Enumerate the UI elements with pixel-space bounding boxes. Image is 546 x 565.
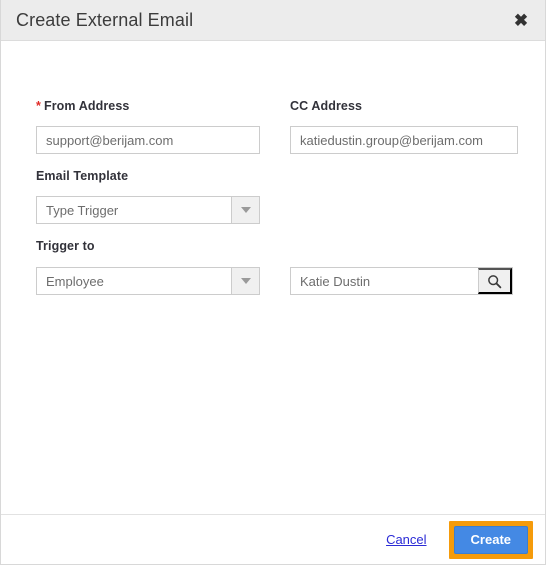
cc-address-label-text: CC Address [290,99,363,113]
search-icon[interactable] [478,268,512,294]
caret-shape [240,278,251,284]
dialog-header: Create External Email ✖ [1,0,545,41]
page-title: Create External Email [16,10,194,30]
cancel-button[interactable]: Cancel [386,532,426,547]
chevron-down-icon[interactable] [231,268,259,294]
chevron-down-icon[interactable] [231,197,259,223]
from-address-label: * From Address [36,99,129,113]
email-template-value: Type Trigger [46,202,119,218]
trigger-to-label-text: Trigger to [36,239,95,253]
create-button[interactable]: Create [453,525,528,554]
email-template-label-text: Email Template [36,169,129,183]
trigger-to-select[interactable]: Employee [36,267,260,295]
email-template-label: Email Template [36,169,128,183]
email-template-select[interactable]: Type Trigger [36,196,260,224]
cc-address-input[interactable] [290,126,518,154]
dialog-footer: Cancel Create [1,514,545,564]
close-icon[interactable]: ✖ [510,9,532,31]
dialog-body: *From Address CC Address Email Template … [1,41,545,514]
search-input[interactable] [291,268,478,294]
from-address-label-text: From Address [43,99,130,113]
trigger-to-value: Employee [46,273,104,289]
create-external-email-dialog: Create External Email ✖ *From Address CC… [0,0,546,565]
caret-shape [240,207,251,213]
from-address-input[interactable] [36,126,260,154]
create-button-highlight: Create [448,520,533,559]
recipient-search-field[interactable] [290,267,513,295]
trigger-to-label: Trigger to [36,239,95,253]
cc-address-label: CC Address [290,99,362,113]
required-marker: * [36,99,41,113]
